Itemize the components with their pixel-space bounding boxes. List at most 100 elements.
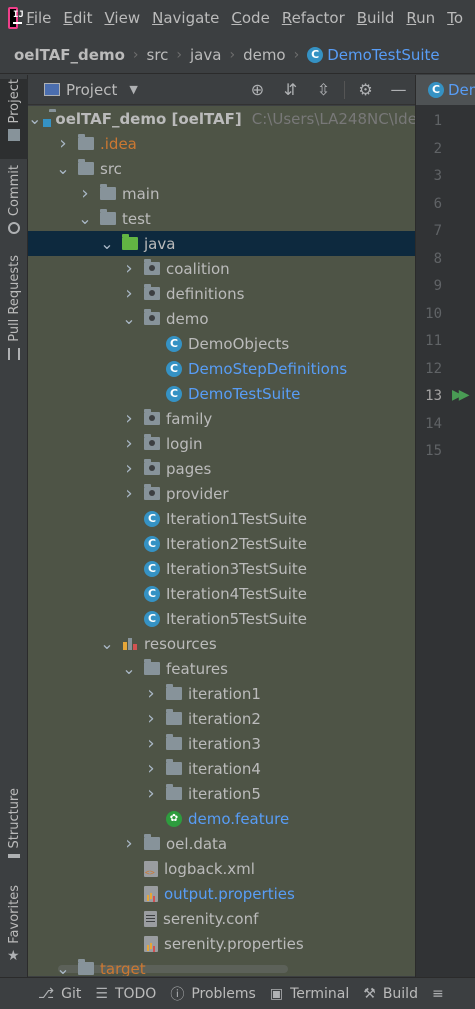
tree-node[interactable]: › iteration3 (28, 731, 415, 756)
menu-refactor[interactable]: Refactor (282, 9, 345, 27)
bottom-tool-terminal[interactable]: ▣ Terminal (270, 986, 349, 1002)
menu-build[interactable]: Build (357, 9, 395, 27)
tree-node[interactable]: ⌄ target (28, 956, 415, 976)
tree-node[interactable]: › .idea (28, 131, 415, 156)
menu-to[interactable]: To (447, 9, 463, 27)
chevron-down-icon[interactable]: ⌄ (56, 160, 70, 176)
tree-node[interactable]: ⌄ resources (28, 631, 415, 656)
chevron-right-icon[interactable]: › (122, 833, 136, 854)
chevron-right-icon[interactable]: › (122, 483, 136, 504)
tree-node-label: family (166, 409, 213, 428)
chevron-right-icon[interactable]: › (122, 458, 136, 479)
chevron-right-icon[interactable]: › (78, 183, 92, 204)
tree-node[interactable]: › login (28, 431, 415, 456)
breadcrumb-current-class[interactable]: DemoTestSuite (327, 46, 439, 64)
tree-node[interactable]: ›CIteration3TestSuite (28, 556, 415, 581)
tree-node[interactable]: ›CDemoStepDefinitions (28, 356, 415, 381)
package-icon (144, 434, 160, 450)
hide-icon[interactable]: — (382, 80, 415, 99)
tree-node-label: demo (166, 309, 209, 328)
tree-node[interactable]: › iteration4 (28, 756, 415, 781)
hammer-icon: ⚒ (363, 985, 376, 1002)
expand-all-icon[interactable]: ⇵ (274, 80, 307, 99)
project-window-icon (44, 83, 60, 96)
locate-icon[interactable]: ⊕ (241, 80, 274, 99)
tree-node[interactable]: ⌄ src (28, 156, 415, 181)
tree-node[interactable]: ›CIteration5TestSuite (28, 606, 415, 631)
tree-node[interactable]: ›CDemoTestSuite (28, 381, 415, 406)
tree-node[interactable]: ›output.properties (28, 881, 415, 906)
tree-node[interactable]: ⌄ test (28, 206, 415, 231)
package-icon (144, 309, 160, 325)
tree-node[interactable]: ›CIteration1TestSuite (28, 506, 415, 531)
chevron-right-icon[interactable]: › (122, 258, 136, 279)
tree-node[interactable]: › oel.data (28, 831, 415, 856)
chevron-down-icon[interactable]: ⌄ (100, 235, 114, 251)
menu-mnemonic: N (152, 9, 164, 27)
chevron-right-icon[interactable]: › (144, 683, 158, 704)
chevron-down-icon[interactable]: ⌄ (78, 210, 92, 226)
bottom-tool-git[interactable]: ⎇ Git (38, 986, 81, 1002)
chevron-right-icon[interactable]: › (122, 408, 136, 429)
tree-node[interactable]: › coalition (28, 256, 415, 281)
tree-node[interactable]: › iteration5 (28, 781, 415, 806)
tool-tab-structure[interactable]: Structure (0, 788, 28, 859)
folder-icon (166, 684, 182, 700)
tree-node[interactable]: › family (28, 406, 415, 431)
menu-code[interactable]: Code (231, 9, 269, 27)
breadcrumb-demo[interactable]: demo (243, 46, 286, 64)
breadcrumb-src[interactable]: src (147, 46, 169, 64)
tree-node[interactable]: ⌄ features (28, 656, 415, 681)
tree-node[interactable]: ⌄ oelTAF_demo [oelTAF] C:\Users\LA248NC\Id… (28, 106, 415, 131)
menu-navigate[interactable]: Navigate (152, 9, 219, 27)
chevron-right-icon[interactable]: › (144, 758, 158, 779)
tree-node[interactable]: ›CIteration4TestSuite (28, 581, 415, 606)
chevron-right-icon: › (229, 46, 236, 63)
chevron-down-icon[interactable]: ⌄ (122, 310, 136, 326)
breadcrumb-project[interactable]: oelTAF_demo (14, 46, 125, 64)
tree-node-label: java (144, 234, 176, 253)
chevron-right-icon[interactable]: › (144, 783, 158, 804)
menu-edit[interactable]: Edit (63, 9, 92, 27)
tool-tab-favorites[interactable]: Favorites ★ (0, 885, 28, 970)
tree-node[interactable]: ›serenity.properties (28, 931, 415, 956)
tree-node[interactable]: ⌄ demo (28, 306, 415, 331)
bottom-tool-services[interactable]: ≡ (432, 986, 451, 1002)
chevron-right-icon[interactable]: › (56, 133, 70, 154)
tree-node[interactable]: › provider (28, 481, 415, 506)
chevron-down-icon[interactable]: ⌄ (122, 660, 136, 676)
tree-node[interactable]: ›logback.xml (28, 856, 415, 881)
tree-node[interactable]: ›CDemoObjects (28, 331, 415, 356)
chevron-right-icon[interactable]: › (122, 433, 136, 454)
tool-tab-project[interactable]: Project (0, 79, 28, 159)
gear-icon[interactable]: ⚙ (349, 80, 382, 99)
tree-node[interactable]: › definitions (28, 281, 415, 306)
chevron-down-icon[interactable]: ⌄ (56, 960, 70, 976)
chevron-right-icon[interactable]: › (122, 283, 136, 304)
project-view-selector[interactable]: Project ▼ (44, 81, 138, 99)
chevron-right-icon[interactable]: › (144, 733, 158, 754)
tree-node[interactable]: › main (28, 181, 415, 206)
chevron-right-icon[interactable]: › (144, 708, 158, 729)
bottom-tool-todo[interactable]: ☰ TODO (95, 986, 156, 1002)
run-tests-icon[interactable]: ▶▶ (452, 387, 469, 403)
tree-node[interactable]: ⌄ java (28, 231, 415, 256)
tree-node[interactable]: ›CIteration2TestSuite (28, 531, 415, 556)
menu-view[interactable]: View (104, 9, 140, 27)
menu-file[interactable]: File (26, 9, 51, 27)
chevron-down-icon[interactable]: ⌄ (28, 110, 41, 126)
tool-tab-commit[interactable]: Commit (0, 165, 28, 235)
menu-run[interactable]: Run (406, 9, 435, 27)
tree-node[interactable]: › iteration1 (28, 681, 415, 706)
tool-tab-pull-requests[interactable]: Pull Requests (0, 255, 28, 360)
bottom-tool-problems[interactable]: ⓘ Problems (170, 984, 256, 1004)
collapse-all-icon[interactable]: ⇳ (307, 80, 340, 99)
breadcrumb-java[interactable]: java (190, 46, 221, 64)
bottom-tool-build[interactable]: ⚒ Build (363, 986, 418, 1002)
tree-node[interactable]: › pages (28, 456, 415, 481)
tree-node[interactable]: › iteration2 (28, 706, 415, 731)
tree-node[interactable]: ›serenity.conf (28, 906, 415, 931)
tree-node[interactable]: ›✿demo.feature (28, 806, 415, 831)
chevron-down-icon[interactable]: ⌄ (100, 635, 114, 651)
editor-tab[interactable]: C DemoTestSuite (416, 75, 475, 105)
